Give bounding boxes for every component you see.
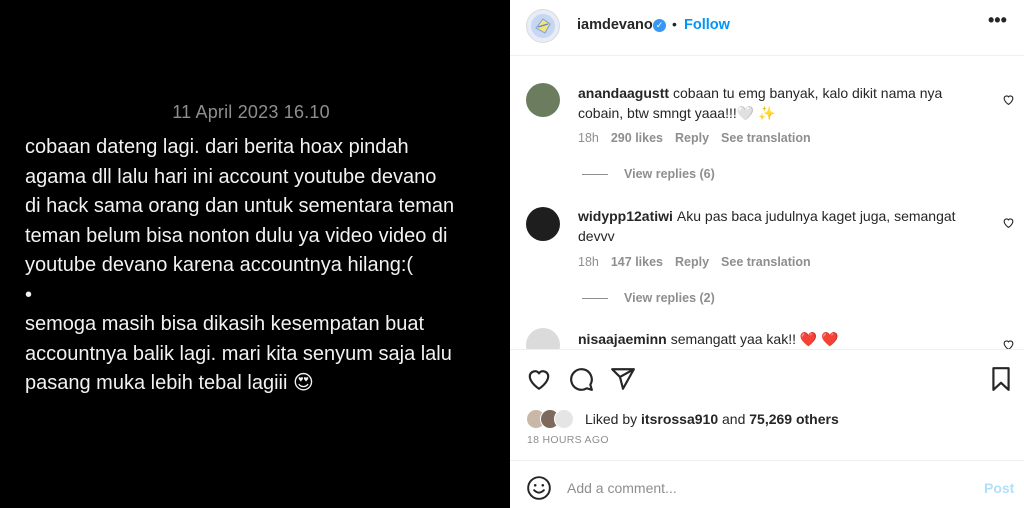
view-replies-label: View replies (6) xyxy=(624,167,715,181)
view-replies-button[interactable]: View replies (2) xyxy=(582,291,715,305)
see-translation-button[interactable]: See translation xyxy=(721,131,811,145)
liked-by-others[interactable]: 75,269 others xyxy=(749,411,839,427)
post-image-date: 11 April 2023 16.10 xyxy=(172,102,330,122)
comment-avatar[interactable] xyxy=(526,83,560,117)
verified-badge-icon: ✓ xyxy=(653,19,666,32)
comment-meta: 18h 147 likes Reply See translation xyxy=(578,255,811,269)
comment-body: anandaagustt cobaan tu emg banyak, kalo d… xyxy=(578,84,983,123)
heart-icon[interactable] xyxy=(526,366,552,392)
liked-by-user[interactable]: itsrossa910 xyxy=(641,411,718,427)
post-actions-bar xyxy=(510,349,1024,405)
comment-like-icon[interactable] xyxy=(1002,216,1015,229)
comment-like-icon[interactable] xyxy=(1002,338,1015,349)
comment-body: nisaajaeminn semangatt yaa kak!! ❤️ ❤️ xyxy=(578,330,983,349)
liked-by-prefix: Liked by xyxy=(585,411,638,427)
header-separator: • xyxy=(672,16,677,32)
bookmark-icon[interactable] xyxy=(988,366,1014,392)
comment-meta: 18h 290 likes Reply See translation xyxy=(578,131,811,145)
comment-avatar[interactable] xyxy=(526,207,560,241)
more-options-icon[interactable]: ••• xyxy=(988,10,1007,31)
comment-reply-button[interactable]: Reply xyxy=(675,131,709,145)
comments-list[interactable]: anandaagustt cobaan tu emg banyak, kalo d… xyxy=(510,57,1024,349)
post-header: iamdevano ✓ • Follow ••• xyxy=(510,0,1024,56)
comment-username[interactable]: widypp12atiwi xyxy=(578,208,673,224)
follow-button[interactable]: Follow xyxy=(684,17,730,33)
post-image-caption: cobaan dateng lagi. dari berita hoax pin… xyxy=(25,136,455,394)
add-comment-bar: Post xyxy=(510,460,1024,508)
comment-reply-button[interactable]: Reply xyxy=(675,255,709,269)
post-timestamp[interactable]: 18 HOURS AGO xyxy=(527,434,609,446)
comment-age: 18h xyxy=(578,255,599,269)
comment-text: semangatt yaa kak!! ❤️ ❤️ xyxy=(670,331,839,347)
liked-by-and: and xyxy=(722,411,746,427)
comment-like-icon[interactable] xyxy=(1002,93,1015,106)
view-replies-line xyxy=(582,297,608,299)
liker-avatars xyxy=(526,408,582,430)
profile-logo-icon xyxy=(531,14,555,38)
share-icon[interactable] xyxy=(610,366,636,392)
comment-icon[interactable] xyxy=(568,366,594,392)
post-comment-button[interactable]: Post xyxy=(984,480,1014,496)
comment-body: widypp12atiwi Aku pas baca judulnya kaget… xyxy=(578,207,983,246)
view-replies-line xyxy=(582,173,608,175)
see-translation-button[interactable]: See translation xyxy=(721,255,811,269)
view-replies-label: View replies (2) xyxy=(624,291,715,305)
liked-by-row[interactable]: Liked by itsrossa910 and 75,269 others xyxy=(526,408,839,430)
comment-input[interactable] xyxy=(567,476,967,500)
comment-username[interactable]: anandaagustt xyxy=(578,85,669,101)
post-author-username[interactable]: iamdevano xyxy=(577,17,653,33)
emoji-icon[interactable] xyxy=(526,475,552,501)
liker-avatar xyxy=(554,409,574,429)
comment-likes[interactable]: 147 likes xyxy=(611,255,663,269)
post-image[interactable]: 11 April 2023 16.10 cobaan dateng lagi. … xyxy=(0,0,510,508)
avatar[interactable] xyxy=(526,9,560,43)
view-replies-button[interactable]: View replies (6) xyxy=(582,167,715,181)
comment-username[interactable]: nisaajaeminn xyxy=(578,331,667,347)
comment-likes[interactable]: 290 likes xyxy=(611,131,663,145)
comment-avatar[interactable] xyxy=(526,328,560,349)
post-sidebar: iamdevano ✓ • Follow ••• anandaagustt cob… xyxy=(510,0,1024,508)
comment-age: 18h xyxy=(578,131,599,145)
liked-by-text: Liked by itsrossa910 and 75,269 others xyxy=(585,411,839,427)
